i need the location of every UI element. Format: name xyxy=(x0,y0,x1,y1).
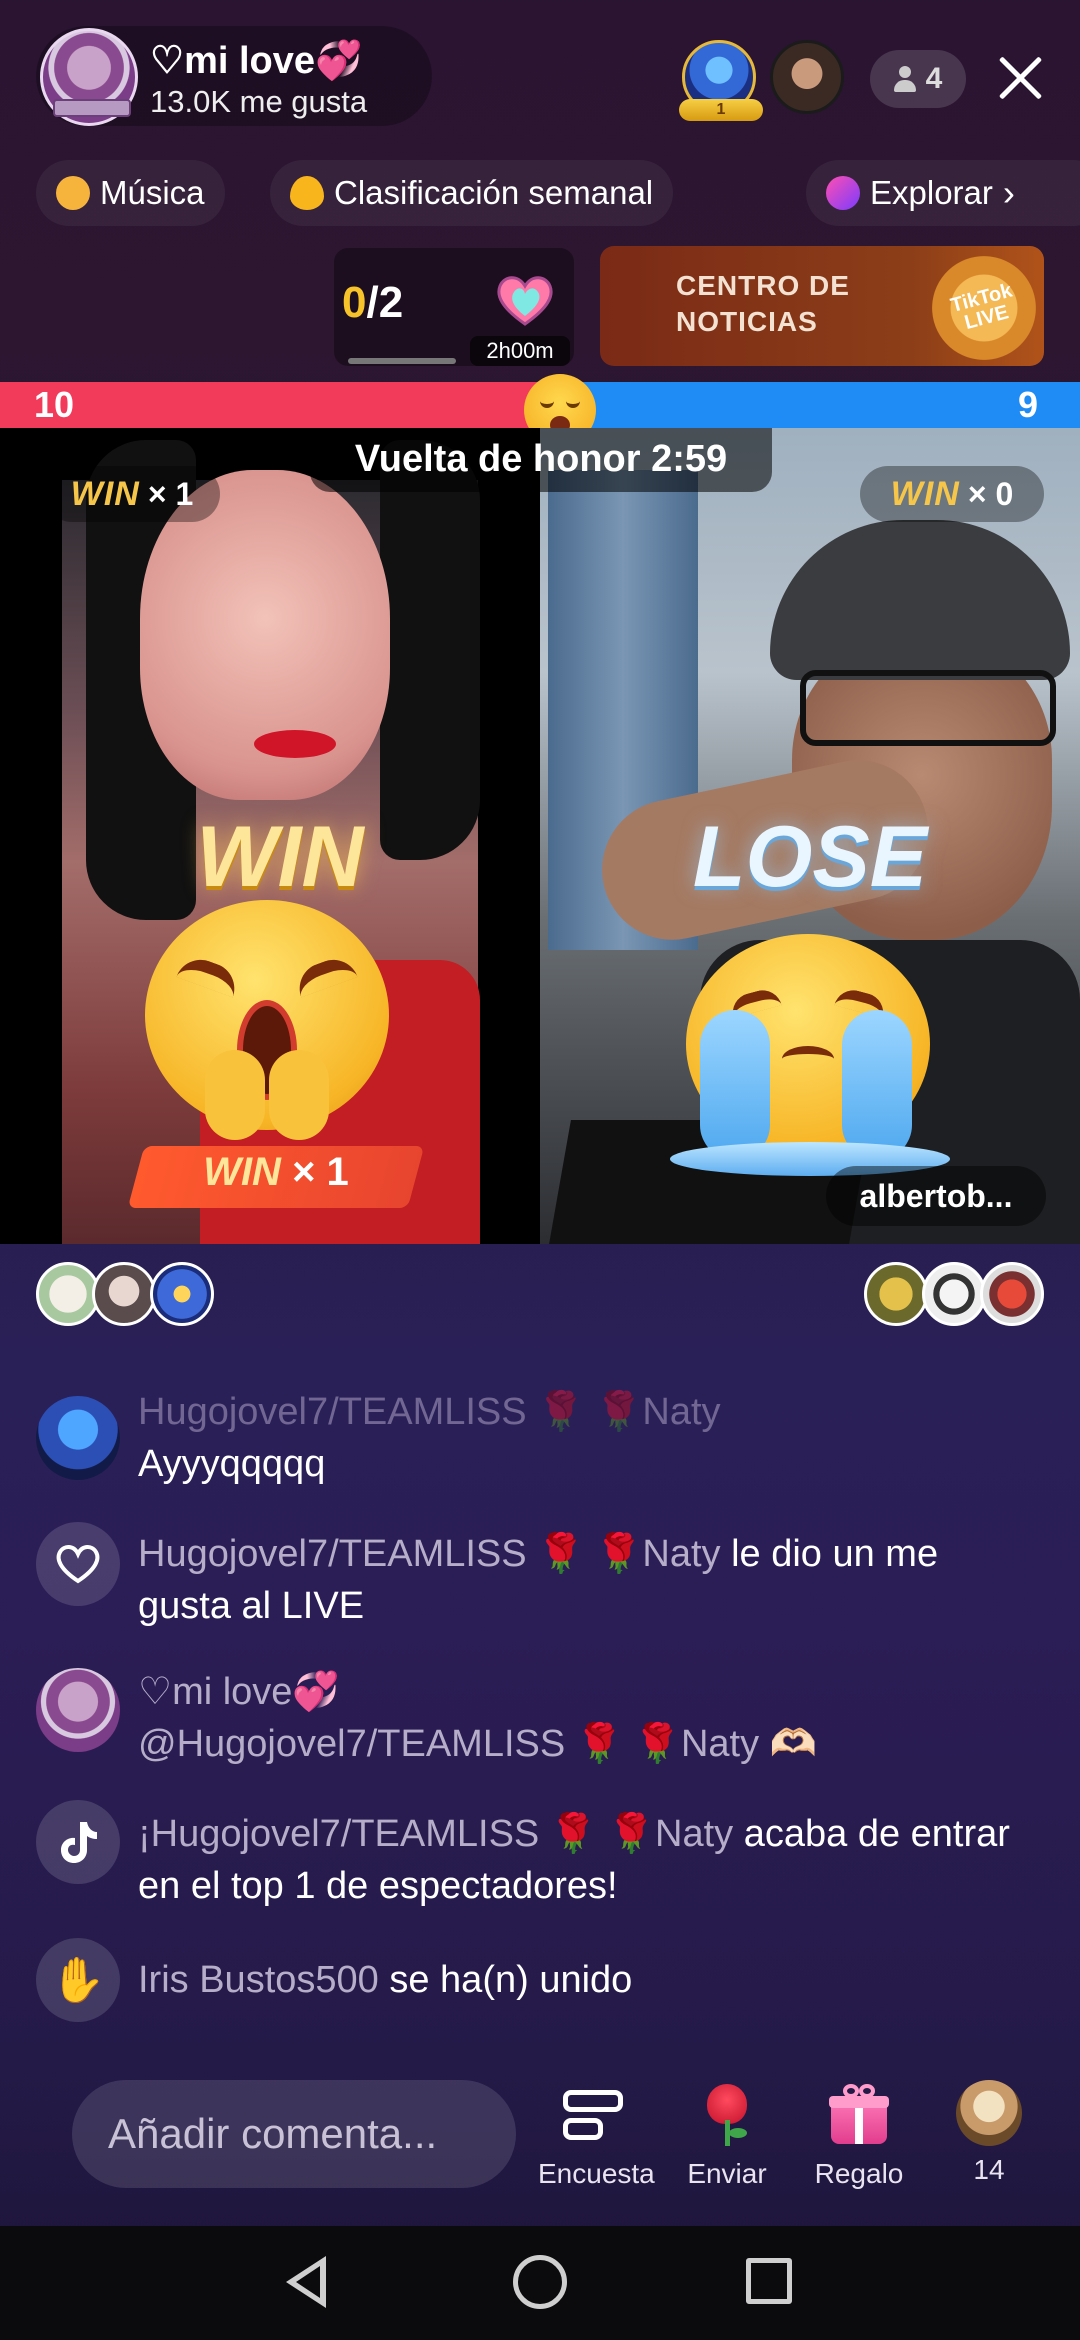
home-icon[interactable] xyxy=(513,2255,567,2309)
supporter-avatar[interactable] xyxy=(980,1262,1044,1326)
viewer-count-button[interactable]: 4 xyxy=(870,50,966,108)
chip-explore[interactable]: Explorar › xyxy=(806,160,1080,226)
chip-label: Explorar xyxy=(870,174,993,211)
chip-music[interactable]: Música xyxy=(36,160,225,226)
score-right: 9 xyxy=(1018,384,1039,425)
host-avatar[interactable] xyxy=(40,28,138,126)
planet-icon xyxy=(826,176,860,210)
close-icon[interactable] xyxy=(990,48,1050,108)
more-avatar-button[interactable]: 14 xyxy=(934,2080,1044,2186)
gift-button[interactable]: Regalo xyxy=(804,2084,914,2190)
goal-count: 0/2 xyxy=(342,278,404,327)
top-viewer-avatar-1[interactable]: 1 xyxy=(679,40,763,121)
chat-user-avatar[interactable] xyxy=(36,1396,120,1480)
host-avatar[interactable] xyxy=(36,1668,120,1752)
goal-timer: 2h00m xyxy=(470,336,570,366)
viewer-count: 4 xyxy=(925,62,943,95)
send-rose-button[interactable]: Enviar xyxy=(672,2084,782,2190)
opponent-video-detail xyxy=(800,670,1056,746)
win-streak-right: WIN × 0 xyxy=(860,466,1044,522)
poll-button[interactable]: Encuesta xyxy=(538,2084,655,2190)
host-video-detail xyxy=(254,730,336,758)
battle-timer: Vuelta de honor 2:59 xyxy=(310,428,772,492)
back-icon-inner xyxy=(296,2266,320,2298)
rank-badge: 1 xyxy=(679,99,763,121)
goal-progress xyxy=(348,358,456,364)
host-likes: 13.0K me gusta xyxy=(150,84,368,119)
chat-message: ¡Hugojovel7/TEAMLISS 🌹 🌹Naty acaba de en… xyxy=(138,1813,1010,1907)
tear-icon xyxy=(700,1010,770,1160)
heart-gift-icon xyxy=(497,276,553,326)
news-center-label: CENTRO DE NOTICIAS xyxy=(676,270,850,337)
top-viewer-avatar-2[interactable] xyxy=(770,40,844,114)
chevron-right-icon: › xyxy=(1002,172,1015,213)
score-bar-right xyxy=(572,382,1080,428)
win-result-label: WIN xyxy=(196,809,364,905)
recents-icon[interactable] xyxy=(746,2258,792,2304)
poll-label: Encuesta xyxy=(538,2158,655,2189)
rose-icon xyxy=(695,2084,759,2146)
chat-message: ♡mi love💞 @Hugojovel7/TEAMLISS 🌹 🌹Naty 🫶🏻 xyxy=(138,1671,817,1765)
supporter-avatar[interactable] xyxy=(92,1262,156,1326)
supporter-avatar[interactable] xyxy=(922,1262,986,1326)
tiktok-icon xyxy=(36,1800,120,1884)
win-banner-text: WIN × 1 xyxy=(203,1150,349,1194)
gift-label: Regalo xyxy=(814,2158,904,2189)
music-icon xyxy=(56,176,90,210)
flame-icon xyxy=(290,176,324,210)
score-left: 10 xyxy=(34,384,75,425)
poll-icon xyxy=(561,2084,625,2144)
host-name[interactable]: ♡mi love💞 xyxy=(150,38,362,83)
chat-message: Iris Bustos500 se ha(n) unido xyxy=(138,1959,633,2001)
score-bar-left xyxy=(0,382,572,428)
opponent-name[interactable]: albertob... xyxy=(826,1166,1046,1226)
person-icon xyxy=(893,66,916,92)
supporter-avatar[interactable] xyxy=(864,1262,928,1326)
host-video-detail xyxy=(380,440,480,860)
chip-label: Clasificación semanal xyxy=(334,174,654,211)
tear-icon xyxy=(842,1010,912,1160)
chip-weekly-ranking[interactable]: Clasificación semanal xyxy=(270,160,674,226)
chat-message: Hugojovel7/TEAMLISS 🌹 🌹Naty le dio un me… xyxy=(138,1533,939,1627)
supporter-avatar[interactable] xyxy=(150,1262,214,1326)
lose-result-label: LOSE xyxy=(692,809,928,905)
wave-icon: ✋ xyxy=(36,1938,120,2022)
chat-message: Hugojovel7/TEAMLISS 🌹 🌹Naty Ayyyqqqqq xyxy=(138,1391,721,1485)
gift-icon xyxy=(827,2084,891,2144)
supporter-avatar[interactable] xyxy=(36,1262,100,1326)
comment-input[interactable]: Añadir comenta... xyxy=(72,2080,516,2188)
celebrating-emoji-icon xyxy=(145,900,389,1140)
win-streak-left: WIN × 1 xyxy=(44,466,220,522)
heart-icon xyxy=(36,1522,120,1606)
user-avatar xyxy=(956,2080,1022,2146)
chip-label: Música xyxy=(100,174,205,211)
send-label: Enviar xyxy=(687,2158,767,2189)
count-label: 14 xyxy=(973,2154,1005,2185)
